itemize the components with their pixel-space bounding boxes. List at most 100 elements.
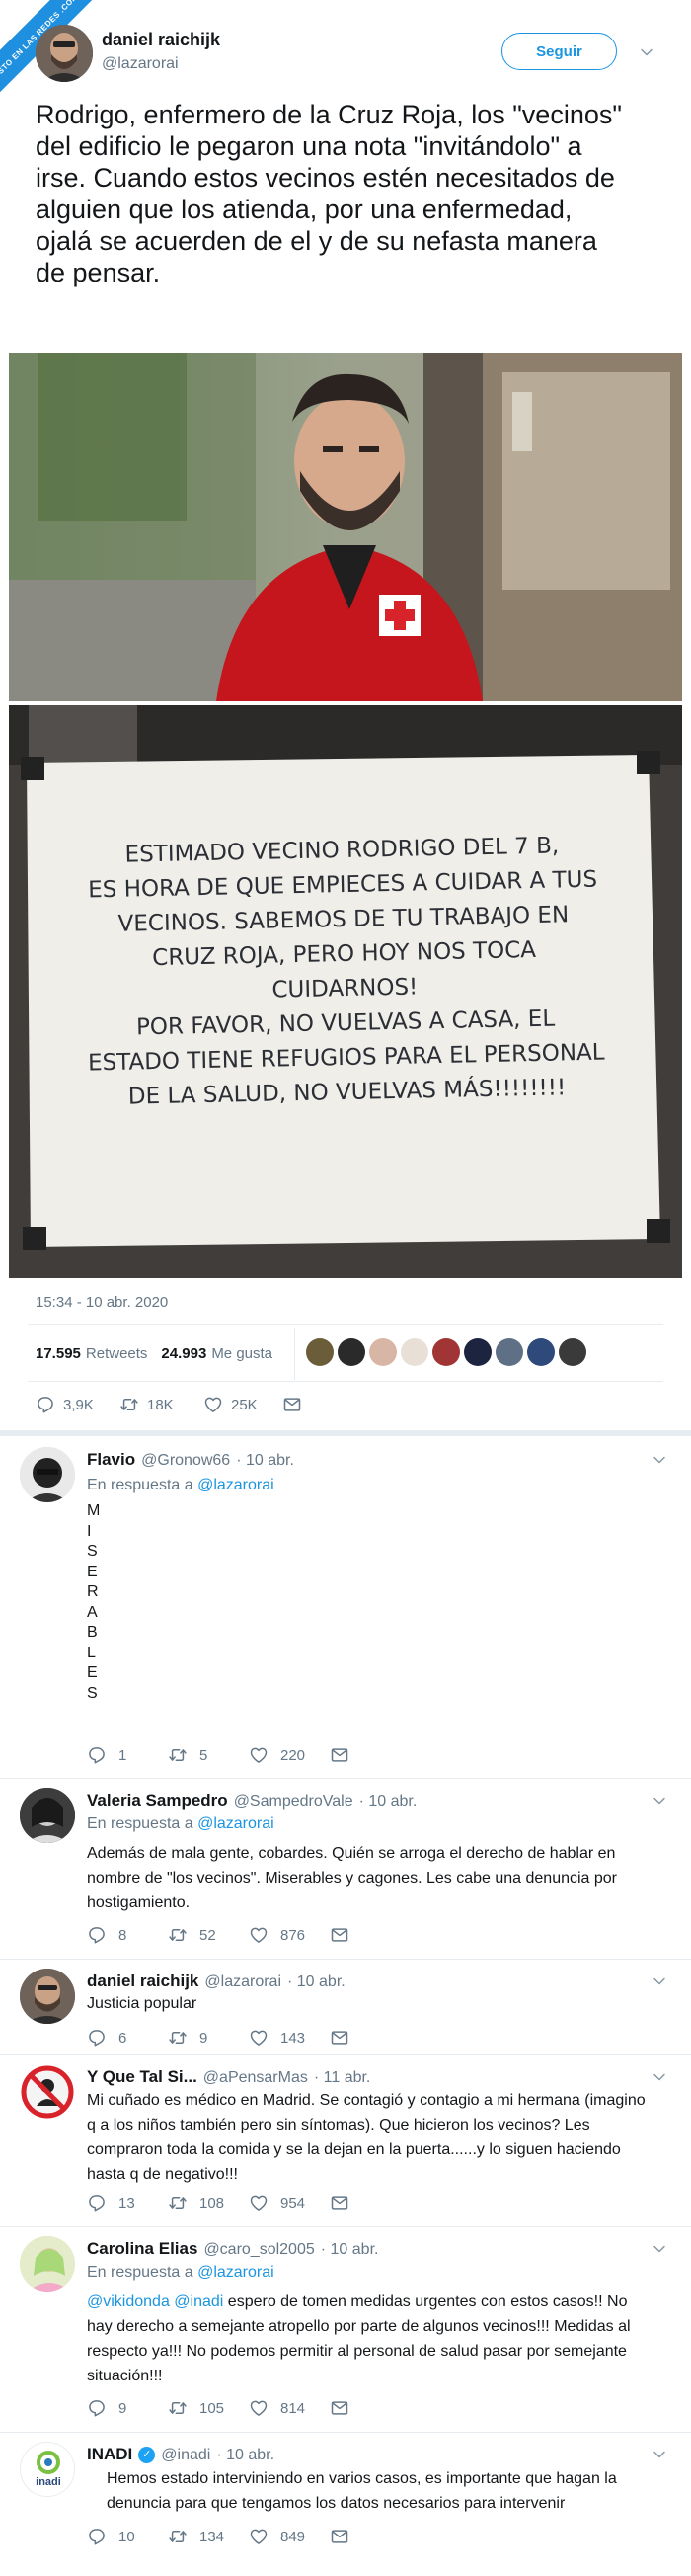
tweet-timestamp[interactable]: 15:34 - 10 abr. 2020 [36, 1294, 168, 1311]
like-button[interactable]: 849 [249, 2527, 330, 2546]
reply-button[interactable]: 3,9K [36, 1395, 119, 1414]
retweet-button[interactable]: 134 [168, 2527, 249, 2546]
chevron-down-icon[interactable] [650, 2067, 669, 2087]
retweet-button[interactable]: 18K [119, 1395, 203, 1414]
like-button[interactable]: 25K [203, 1395, 282, 1414]
follow-button[interactable]: Seguir [501, 33, 617, 70]
reply-button[interactable]: 1 [87, 1745, 168, 1765]
chevron-down-icon[interactable] [637, 42, 656, 62]
retweet-button[interactable]: 108 [168, 2193, 249, 2213]
chevron-down-icon[interactable] [650, 1972, 669, 1991]
reply-button[interactable]: 13 [87, 2193, 168, 2213]
like-button[interactable]: 220 [249, 1745, 330, 1765]
divider [0, 2226, 691, 2227]
in-reply-handle[interactable]: @lazarorai [197, 2264, 274, 2281]
retweets-count[interactable]: 17.595 [36, 1345, 81, 1362]
reply-author-handle[interactable]: @caro_sol2005 [203, 2241, 314, 2259]
reply-button[interactable]: 8 [87, 1925, 168, 1945]
tweet-photo-note[interactable]: ESTIMADO VECINO RODRIGO DEL 7 B, ES HORA… [9, 705, 682, 1278]
reply-header: Carolina Elias @caro_sol2005 · 10 abr. [87, 2239, 378, 2259]
reply-button[interactable]: 6 [87, 2028, 168, 2048]
retweet-button[interactable]: 105 [168, 2398, 249, 2418]
avatar[interactable] [20, 1788, 75, 1843]
dm-button[interactable] [330, 2398, 349, 2418]
in-reply-prefix: En respuesta a [87, 1477, 193, 1493]
reply-author-name[interactable]: INADI [87, 2445, 132, 2464]
like-button[interactable]: 814 [249, 2398, 330, 2418]
author-handle[interactable]: @lazarorai [102, 55, 179, 73]
liker-avatar[interactable] [496, 1338, 523, 1366]
mention-link[interactable]: @inadi [174, 2294, 223, 2310]
mention-link[interactable]: @vikidonda [87, 2294, 170, 2310]
reply-text-line: Justicia popular [87, 1995, 197, 2012]
retweet-button[interactable]: 5 [168, 1745, 249, 1765]
likes-count[interactable]: 24.993 [161, 1345, 206, 1362]
in-reply-handle[interactable]: @lazarorai [197, 1815, 274, 1832]
reply-date[interactable]: · 10 abr. [216, 2447, 274, 2464]
retweet-button[interactable]: 9 [168, 2028, 249, 2048]
reply-date[interactable]: · 10 abr. [236, 1452, 294, 1470]
liker-avatar[interactable] [338, 1338, 365, 1366]
reply-header: Valeria Sampedro @SampedroVale · 10 abr. [87, 1791, 417, 1811]
likers-avatars[interactable] [306, 1338, 586, 1366]
author-name[interactable]: daniel raichijk [102, 30, 220, 50]
avatar-photo [20, 2064, 75, 2120]
reply-date[interactable]: · 11 abr. [314, 2069, 371, 2087]
in-reply-handle[interactable]: @lazarorai [197, 1477, 274, 1493]
reply-author-handle[interactable]: @SampedroVale [234, 1793, 353, 1811]
retweet-count: 52 [199, 1926, 216, 1944]
reply-author-name[interactable]: Flavio [87, 1450, 135, 1470]
chevron-down-icon[interactable] [650, 2239, 669, 2259]
reply-author-handle[interactable]: @aPensarMas [203, 2069, 308, 2087]
reply-author-name[interactable]: Carolina Elias [87, 2239, 197, 2259]
liker-avatar[interactable] [464, 1338, 492, 1366]
dm-button[interactable] [330, 1745, 349, 1765]
reply-author-handle[interactable]: @inadi [161, 2447, 210, 2464]
reply-date[interactable]: · 10 abr. [359, 1793, 418, 1811]
reply-letter: E [87, 1563, 98, 1580]
avatar[interactable] [20, 1447, 75, 1502]
reply-date[interactable]: · 10 abr. [287, 1973, 346, 1991]
liker-avatar[interactable] [401, 1338, 428, 1366]
chevron-down-icon[interactable] [650, 2445, 669, 2464]
liker-avatar[interactable] [432, 1338, 460, 1366]
like-button[interactable]: 876 [249, 1925, 330, 1945]
like-button[interactable]: 954 [249, 2193, 330, 2213]
reply-author-name[interactable]: Y Que Tal Si... [87, 2067, 197, 2087]
reply-date[interactable]: · 10 abr. [321, 2241, 379, 2259]
liker-avatar[interactable] [559, 1338, 586, 1366]
like-count: 876 [280, 1926, 306, 1944]
dm-button[interactable] [330, 1925, 349, 1945]
tweet-photo-nurse[interactable] [9, 353, 682, 701]
avatar[interactable] [20, 1969, 75, 2024]
reply-author-name[interactable]: Valeria Sampedro [87, 1791, 228, 1811]
photo-nurse-illustration [9, 353, 682, 701]
reply-count: 6 [118, 2029, 127, 2047]
reply-author-handle[interactable]: @lazarorai [204, 1973, 281, 1991]
reply-button[interactable]: 10 [87, 2527, 168, 2546]
avatar[interactable] [36, 25, 93, 82]
retweet-button[interactable]: 52 [168, 1925, 249, 1945]
avatar[interactable]: inadi [20, 2442, 75, 2497]
dm-button[interactable] [330, 2028, 349, 2048]
retweets-label[interactable]: Retweets [86, 1345, 148, 1362]
avatar-photo [36, 25, 93, 82]
liker-avatar[interactable] [369, 1338, 397, 1366]
reply-author-name[interactable]: daniel raichijk [87, 1972, 198, 1991]
reply-text-line: Además de mala gente, cobardes. Quién se… [87, 1845, 616, 1862]
dm-button[interactable] [282, 1395, 302, 1414]
reply-author-handle[interactable]: @Gronow66 [141, 1452, 230, 1470]
chevron-down-icon[interactable] [650, 1791, 669, 1811]
liker-avatar[interactable] [306, 1338, 334, 1366]
liker-avatar[interactable] [527, 1338, 555, 1366]
chevron-down-icon[interactable] [650, 1450, 669, 1470]
reply-letter: M [87, 1502, 101, 1519]
avatar[interactable] [20, 2236, 75, 2292]
avatar[interactable] [20, 2064, 75, 2120]
dm-button[interactable] [330, 2527, 349, 2546]
heart-icon [203, 1395, 223, 1414]
dm-button[interactable] [330, 2193, 349, 2213]
like-button[interactable]: 143 [249, 2028, 330, 2048]
likes-label[interactable]: Me gusta [211, 1345, 272, 1362]
reply-button[interactable]: 9 [87, 2398, 168, 2418]
